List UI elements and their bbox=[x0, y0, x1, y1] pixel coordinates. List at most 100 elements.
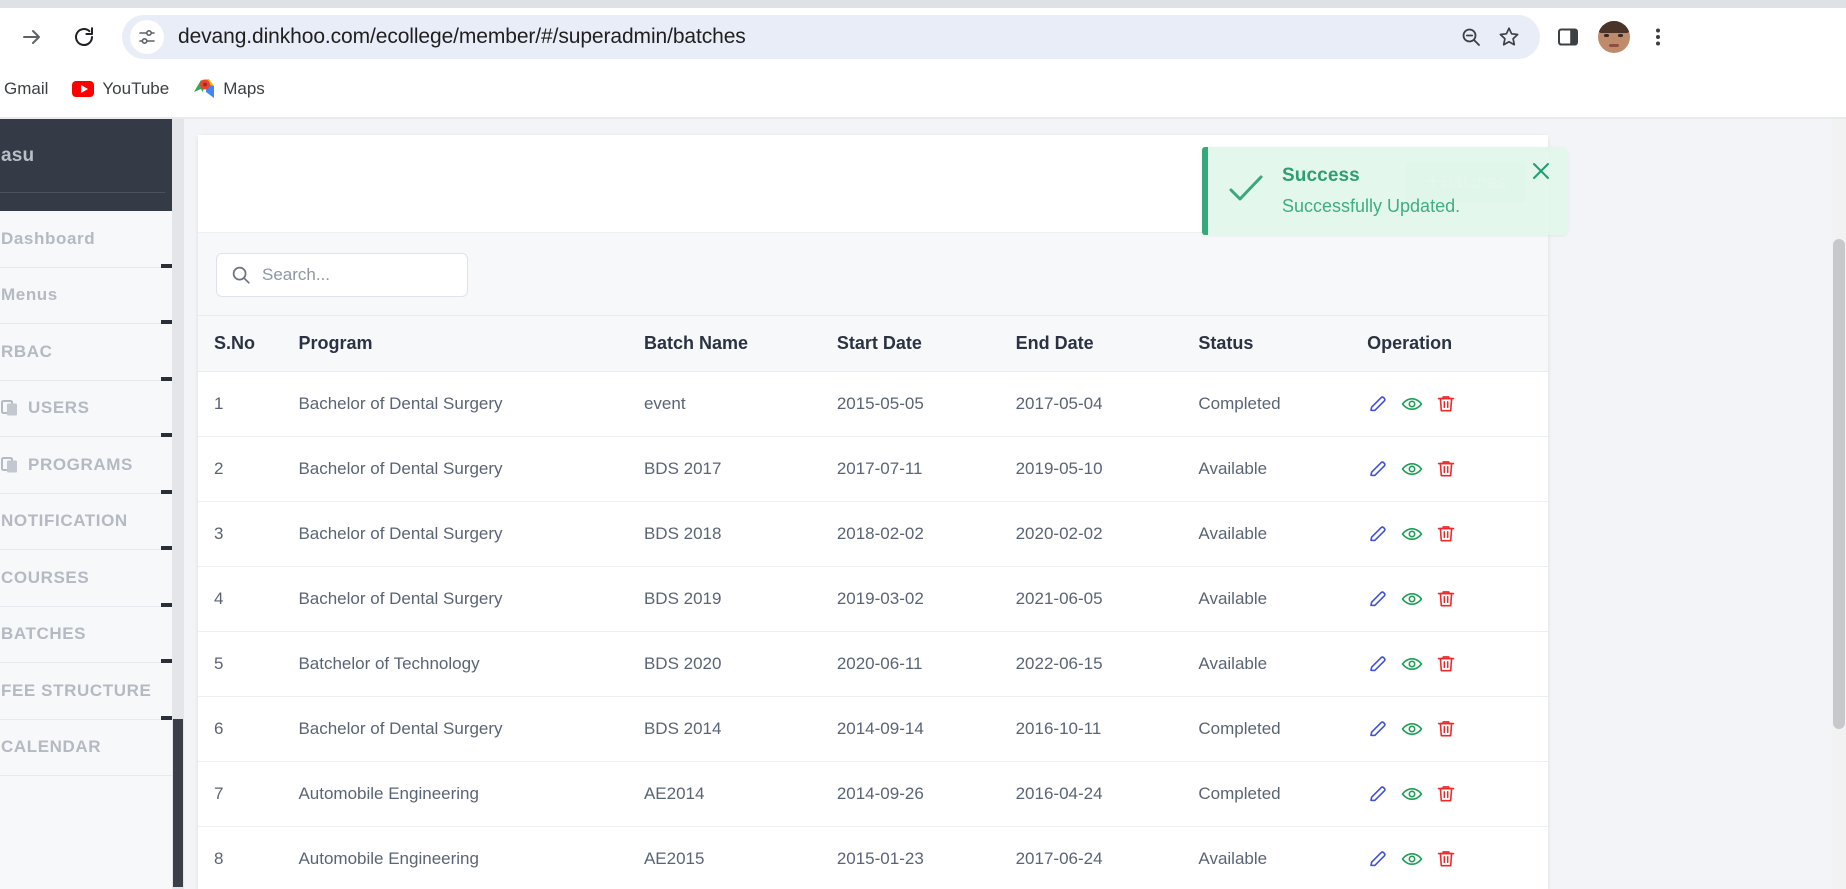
reload-button[interactable] bbox=[64, 17, 104, 57]
edit-button[interactable] bbox=[1367, 588, 1389, 610]
bookmark-youtube[interactable]: YouTube bbox=[62, 73, 179, 105]
bookmark-gmail[interactable]: Gmail bbox=[0, 73, 58, 105]
view-button[interactable] bbox=[1401, 393, 1423, 415]
table-row[interactable]: 5 Batchelor of Technology BDS 2020 2020-06-… bbox=[198, 631, 1548, 697]
close-icon bbox=[1533, 163, 1549, 179]
column-header-startdate[interactable]: Start Date bbox=[836, 316, 1016, 372]
sidebar-item-batches[interactable]: BATCHES bbox=[0, 607, 175, 663]
bookmark-maps[interactable]: Maps bbox=[183, 73, 275, 105]
view-button[interactable] bbox=[1401, 458, 1423, 480]
edit-button[interactable] bbox=[1367, 523, 1389, 545]
table-row[interactable]: 4 Bachelor of Dental Surgery BDS 2019 2019-… bbox=[198, 566, 1548, 632]
eye-icon bbox=[1401, 722, 1423, 736]
cell-sno: 3 bbox=[198, 501, 299, 567]
column-header-sno[interactable]: S.No bbox=[198, 316, 299, 372]
cell-status: Available bbox=[1198, 501, 1368, 567]
search-box[interactable] bbox=[216, 253, 468, 297]
search-input[interactable] bbox=[262, 265, 442, 285]
sidebar-item-notification[interactable]: NOTIFICATION bbox=[0, 494, 175, 550]
view-button[interactable] bbox=[1401, 848, 1423, 870]
eye-icon bbox=[1401, 527, 1423, 541]
table-row[interactable]: 6 Bachelor of Dental Surgery BDS 2014 2014-… bbox=[198, 696, 1548, 762]
delete-button[interactable] bbox=[1435, 653, 1457, 675]
page-scrollbar-track[interactable] bbox=[1832, 119, 1846, 889]
avatar-mouth bbox=[1609, 44, 1619, 47]
reload-icon bbox=[75, 27, 93, 46]
edit-button[interactable] bbox=[1367, 783, 1389, 805]
zoom-out-button[interactable] bbox=[1454, 20, 1488, 54]
column-header-program[interactable]: Program bbox=[298, 316, 644, 372]
edit-button[interactable] bbox=[1367, 718, 1389, 740]
delete-button[interactable] bbox=[1435, 718, 1457, 740]
sidebar-item-menus[interactable]: Menus bbox=[0, 268, 175, 324]
cell-batch-name: BDS 2019 bbox=[643, 566, 837, 632]
cell-program: Bachelor of Dental Surgery bbox=[298, 501, 644, 567]
cell-status: Available bbox=[1198, 566, 1368, 632]
delete-button[interactable] bbox=[1435, 848, 1457, 870]
edit-button[interactable] bbox=[1367, 653, 1389, 675]
page-scrollbar-thumb[interactable] bbox=[1833, 239, 1845, 729]
sidebar-item-label: USERS bbox=[28, 398, 90, 418]
cell-start-date: 2017-07-11 bbox=[836, 436, 1016, 502]
delete-button[interactable] bbox=[1435, 458, 1457, 480]
edit-button[interactable] bbox=[1367, 458, 1389, 480]
site-info-button[interactable] bbox=[130, 20, 164, 54]
bookmark-star-button[interactable] bbox=[1492, 20, 1526, 54]
batches-table: S.No Program Batch Name Start Date End D… bbox=[198, 316, 1548, 889]
sidebar-scrollbar-thumb[interactable] bbox=[173, 719, 183, 887]
cell-start-date: 2019-03-02 bbox=[836, 566, 1016, 632]
cell-operation bbox=[1367, 501, 1548, 567]
url-text[interactable]: devang.dinkhoo.com/ecollege/member/#/sup… bbox=[178, 25, 1450, 49]
trash-icon bbox=[1437, 656, 1455, 672]
toast-close-button[interactable] bbox=[1528, 158, 1554, 184]
view-button[interactable] bbox=[1401, 783, 1423, 805]
side-panel-icon bbox=[1558, 28, 1578, 46]
view-button[interactable] bbox=[1401, 588, 1423, 610]
trash-icon bbox=[1437, 786, 1455, 802]
sidebar-item-programs[interactable]: PROGRAMS bbox=[0, 437, 175, 494]
forward-button[interactable] bbox=[12, 17, 52, 57]
table-row[interactable]: 8 Automobile Engineering AE2015 2015-01-23 2… bbox=[198, 826, 1548, 889]
cell-operation bbox=[1367, 436, 1548, 502]
sidebar-item-users[interactable]: USERS bbox=[0, 381, 175, 437]
chrome-menu-button[interactable] bbox=[1638, 17, 1678, 57]
cell-program: Bachelor of Dental Surgery bbox=[298, 436, 644, 502]
table-row[interactable]: 7 Automobile Engineering AE2014 2014-09-26 2… bbox=[198, 761, 1548, 827]
view-button[interactable] bbox=[1401, 718, 1423, 740]
sidebar-item-rbac[interactable]: RBAC bbox=[0, 324, 175, 381]
edit-button[interactable] bbox=[1367, 848, 1389, 870]
cell-start-date: 2018-02-02 bbox=[836, 501, 1016, 567]
cell-sno: 8 bbox=[198, 826, 299, 889]
address-bar[interactable]: devang.dinkhoo.com/ecollege/member/#/sup… bbox=[122, 15, 1540, 59]
table-row[interactable]: 3 Bachelor of Dental Surgery BDS 2018 2018-… bbox=[198, 501, 1548, 567]
sidebar-item-dashboard[interactable]: Dashboard bbox=[0, 211, 175, 268]
cell-status: Completed bbox=[1198, 371, 1368, 437]
profile-avatar[interactable] bbox=[1598, 21, 1630, 53]
sidebar-item-courses[interactable]: COURSES bbox=[0, 550, 175, 607]
sidebar-item-fee-structure[interactable]: FEE STRUCTURE bbox=[0, 663, 175, 720]
column-header-batchname[interactable]: Batch Name bbox=[643, 316, 837, 372]
view-button[interactable] bbox=[1401, 653, 1423, 675]
cell-operation bbox=[1367, 631, 1548, 697]
sidebar-header: asu bbox=[0, 119, 175, 211]
delete-button[interactable] bbox=[1435, 588, 1457, 610]
column-header-operation[interactable]: Operation bbox=[1367, 316, 1548, 372]
delete-button[interactable] bbox=[1435, 393, 1457, 415]
column-header-status[interactable]: Status bbox=[1198, 316, 1368, 372]
table-row[interactable]: 2 Bachelor of Dental Surgery BDS 2017 2017-… bbox=[198, 436, 1548, 502]
edit-button[interactable] bbox=[1367, 393, 1389, 415]
sidebar-item-calendar[interactable]: CALENDAR bbox=[0, 720, 175, 776]
column-header-enddate[interactable]: End Date bbox=[1015, 316, 1199, 372]
cell-end-date: 2017-06-24 bbox=[1015, 826, 1199, 889]
cell-start-date: 2014-09-26 bbox=[836, 761, 1016, 827]
success-toast: Success Successfully Updated. bbox=[1202, 147, 1568, 235]
trash-icon bbox=[1437, 461, 1455, 477]
cell-operation bbox=[1367, 826, 1548, 889]
browser-chrome: devang.dinkhoo.com/ecollege/member/#/sup… bbox=[0, 0, 1846, 119]
delete-button[interactable] bbox=[1435, 523, 1457, 545]
table-row[interactable]: 1 Bachelor of Dental Surgery event 2015-05-… bbox=[198, 371, 1548, 437]
delete-button[interactable] bbox=[1435, 783, 1457, 805]
cell-sno: 4 bbox=[198, 566, 299, 632]
side-panel-button[interactable] bbox=[1548, 17, 1588, 57]
view-button[interactable] bbox=[1401, 523, 1423, 545]
